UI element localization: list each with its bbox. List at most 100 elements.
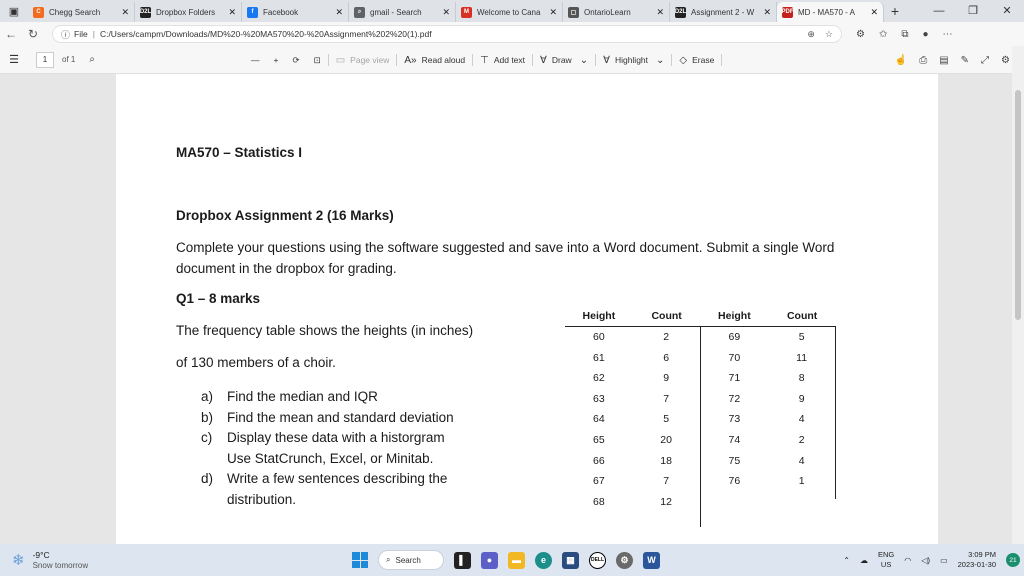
task-text: Find the median and IQR [227,389,378,404]
assignment-heading: Dropbox Assignment 2 (16 Marks) [176,208,394,223]
close-tab-icon[interactable]: ✕ [763,7,771,18]
chevron-down-icon[interactable]: ⌄ [656,55,664,66]
search-icon: ⌕ [386,555,391,564]
erase-button[interactable]: ◇ Erase [672,46,721,74]
extensions-icon[interactable]: ⚙ [856,29,865,40]
close-window-icon[interactable]: ✕ [990,0,1024,22]
table-cell: 6 [663,351,670,364]
page-number-input[interactable]: 1 [36,51,54,68]
settings-icon[interactable]: ⚙ [1001,55,1010,66]
tab-strip: ▣ C Chegg Search ✕ D2L Dropbox Folders ✕ f Face… [0,0,1024,22]
close-tab-icon[interactable]: ✕ [335,7,343,18]
scrollbar-thumb[interactable] [1015,90,1021,320]
browser-tab[interactable]: PDF MD - MA570 - A ✕ [777,2,884,22]
windows-start-icon[interactable] [352,552,368,568]
close-tab-icon[interactable]: ✕ [121,7,129,18]
cloud-sync-icon[interactable]: ☁ [860,556,868,565]
battery-icon[interactable]: ▭ [940,556,948,565]
page-view-icon: ▭ [335,54,346,66]
chevron-up-icon[interactable]: ⌃ [843,556,850,565]
d2l-icon: D2L [140,6,151,18]
clock[interactable]: 3:09 PM 2023-01-30 [958,550,996,570]
notification-badge[interactable]: 21 [1006,553,1020,567]
taskbar-apps: ⌕ Search ▌ ● ▬ e ▦ DELL ⚙ W [352,544,660,576]
task-text: Find the mean and standard deviation [227,409,454,425]
taskbar: ❄ -9°C Snow tomorrow ⌕ Search ▌ ● ▬ e ▦ … [0,544,1024,576]
draw-button[interactable]: ∀ Draw ⌄ [533,46,595,74]
frequency-table: Height Count Height Count 60 61 62 63 64 65 66… [565,310,836,527]
touch-icon[interactable]: ☝ [895,55,907,66]
tab-actions-icon[interactable]: ▣ [0,0,28,22]
table-header: Height Count Height Count [565,310,836,327]
task-view-icon[interactable]: ▌ [454,551,471,569]
weather-widget[interactable]: ❄ -9°C Snow tomorrow [12,550,88,570]
browser-tab[interactable]: C Chegg Search ✕ [28,2,135,22]
dell-icon[interactable]: DELL [589,551,606,569]
gmail-icon: M [461,6,472,18]
table-cell: 5 [798,331,805,343]
column-header: Count [651,310,682,322]
divider [721,54,723,66]
table-cell: 5 [663,413,670,426]
restore-icon[interactable]: ❐ [956,0,990,22]
zoom-in-button[interactable]: + [267,46,286,74]
left-count-column: 2 6 9 7 5 20 18 7 12 [633,327,701,527]
chevron-down-icon[interactable]: ⌄ [580,55,588,66]
wifi-icon[interactable]: ◠ [904,556,911,565]
settings-icon[interactable]: ⚙ [616,551,633,569]
browser-tab[interactable]: ⌕ gmail - Search ✕ [349,2,456,22]
info-icon[interactable]: ⓘ [61,28,70,41]
favorite-icon[interactable]: ☆ [825,29,833,40]
page-view-button[interactable]: ▭ Page view [329,46,397,74]
word-icon[interactable]: W [643,551,660,569]
rotate-icon[interactable]: ⟳ [285,46,306,74]
store-icon[interactable]: ▦ [562,551,579,569]
table-cell: 7 [663,475,670,488]
save-icon[interactable]: ▤ [939,55,948,66]
table-cell: 72 [728,392,741,405]
browser-tab[interactable]: D2L Dropbox Folders ✕ [135,2,242,22]
more-icon[interactable]: ⋯ [943,29,953,40]
read-aloud-button[interactable]: A» Read aloud [397,46,472,74]
browser-tab[interactable]: M Welcome to Cana ✕ [456,2,563,22]
save-as-icon[interactable]: ✎ [961,55,969,66]
browser-tab[interactable]: ▢ OntarioLearn ✕ [563,2,670,22]
file-explorer-icon[interactable]: ▬ [508,551,525,569]
draw-icon: ∀ [540,54,547,66]
close-tab-icon[interactable]: ✕ [656,7,664,18]
add-text-button[interactable]: ⊤ Add text [473,46,532,74]
language-indicator[interactable]: ENG US [878,550,894,570]
scrollbar[interactable] [1012,46,1024,544]
table-of-contents-icon[interactable]: ☰ [0,53,28,66]
teams-chat-icon[interactable]: ● [481,551,498,569]
close-tab-icon[interactable]: ✕ [870,7,878,18]
taskbar-search[interactable]: ⌕ Search [378,550,444,570]
close-tab-icon[interactable]: ✕ [228,7,236,18]
print-icon[interactable]: ⎙ [919,55,927,66]
table-cell: 9 [798,392,805,405]
browser-tab[interactable]: f Facebook ✕ [242,2,349,22]
volume-icon[interactable]: ◁) [921,556,930,565]
back-icon[interactable]: ← [0,27,22,41]
pdf-right-tools: ☝ ⎙ ▤ ✎ ⤢ ⚙ [895,46,1010,74]
close-tab-icon[interactable]: ✕ [549,7,557,18]
collections-icon[interactable]: ⧉ [901,29,908,40]
browser-tab[interactable]: D2L Assignment 2 - W ✕ [670,2,777,22]
fit-page-icon[interactable]: ⊡ [307,46,328,74]
table-cell: 60 [593,331,605,343]
fullscreen-icon[interactable]: ⤢ [981,55,989,66]
highlight-button[interactable]: ∀ Highlight ⌄ [596,46,671,74]
favorites-icon[interactable]: ✩ [879,29,887,40]
minimize-icon[interactable]: — [922,0,956,22]
zoom-icon[interactable]: ⊕ [807,29,815,40]
zoom-out-button[interactable]: — [244,46,267,74]
address-bar-row: ← ↻ ⓘ File | C:/Users/campm/Downloads/MD… [0,22,1024,46]
right-height-column: 69 70 71 72 73 74 75 76 [701,327,769,527]
new-tab-button[interactable]: + [884,3,906,19]
close-tab-icon[interactable]: ✕ [442,7,450,18]
profile-icon[interactable]: ● [923,29,929,40]
find-icon[interactable]: ⌕ [89,54,95,65]
refresh-icon[interactable]: ↻ [22,27,44,41]
edge-icon[interactable]: e [535,551,552,569]
address-bar[interactable]: ⓘ File | C:/Users/campm/Downloads/MD%20-… [52,25,842,43]
